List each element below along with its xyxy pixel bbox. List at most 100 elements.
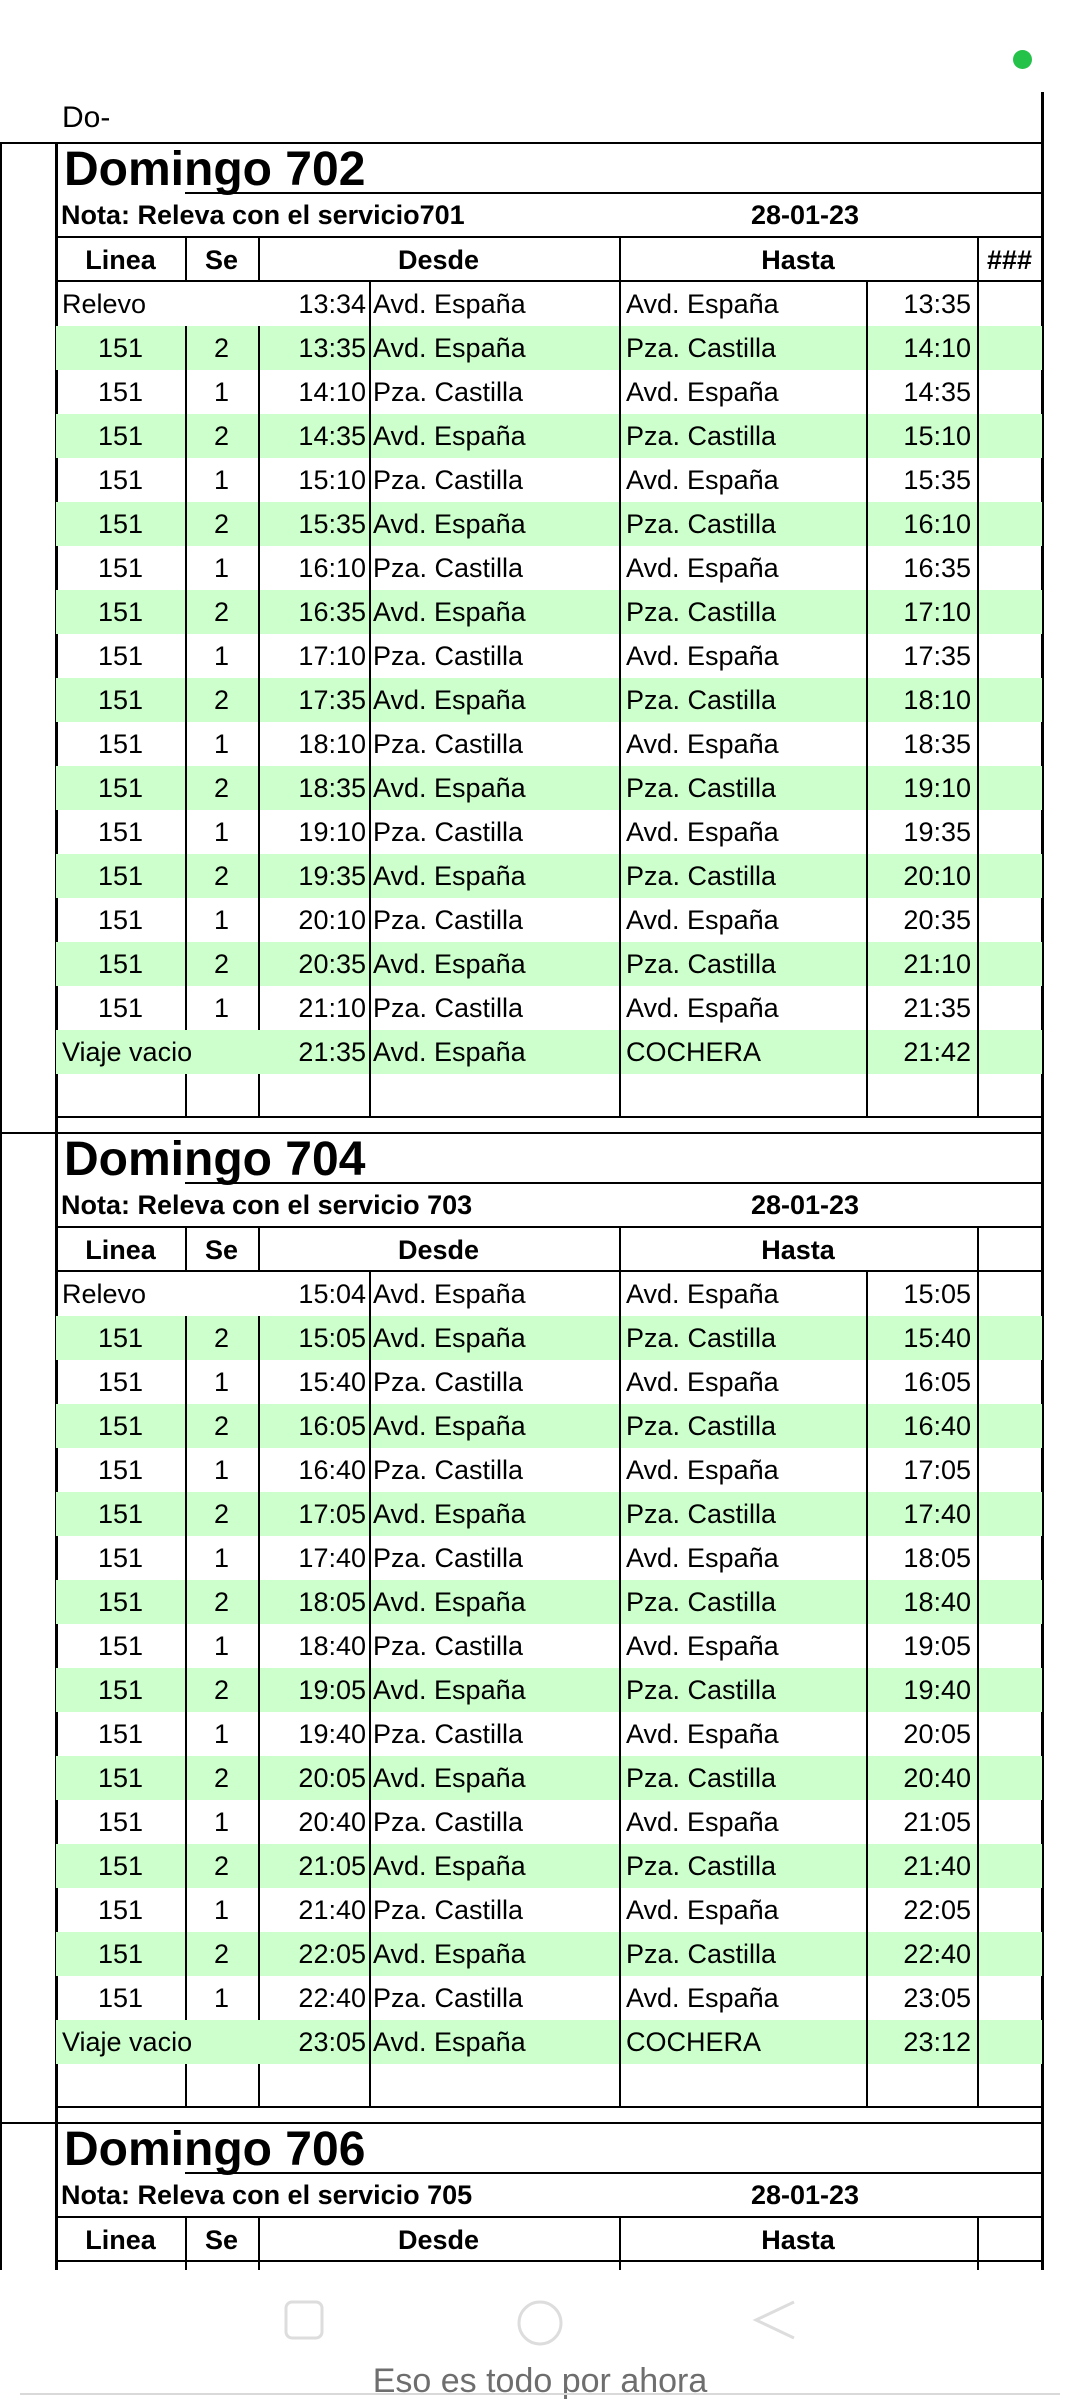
row-se: 1 xyxy=(213,993,230,1023)
row-hasta: Avd. España xyxy=(626,1719,779,1749)
row-hasta: Avd. España xyxy=(626,1631,779,1661)
grid-line xyxy=(977,326,979,370)
row-se: 2 xyxy=(213,1939,230,1969)
row-desde: Pza. Castilla xyxy=(373,377,524,407)
back-triangle-icon[interactable] xyxy=(752,2298,798,2342)
row-linea: 151 xyxy=(97,333,144,363)
row-linea: 151 xyxy=(97,1411,144,1441)
grid-line xyxy=(369,1888,371,1932)
row-linea: 151 xyxy=(97,861,144,891)
row-salida: 16:35 xyxy=(298,597,366,627)
row-hasta: Avd. España xyxy=(626,1279,779,1309)
grid-line xyxy=(977,458,979,502)
grid-line xyxy=(977,1492,979,1536)
document-label: Do- xyxy=(62,101,111,134)
row-linea: 151 xyxy=(97,641,144,671)
row-llegada: 18:35 xyxy=(903,729,971,759)
row-salida: 17:40 xyxy=(298,1543,366,1573)
row-se: 2 xyxy=(213,1763,230,1793)
row-salida: 23:05 xyxy=(298,2027,366,2057)
row-salida: 14:10 xyxy=(298,377,366,407)
square-icon[interactable] xyxy=(282,2298,326,2342)
row-se: 1 xyxy=(213,1543,230,1573)
grid-line xyxy=(185,1226,187,1270)
grid-line xyxy=(619,414,621,458)
grid-line xyxy=(619,1030,621,1074)
grid-line xyxy=(258,326,260,370)
row-se: 2 xyxy=(213,1411,230,1441)
grid-line xyxy=(185,898,187,942)
row-se xyxy=(185,282,258,326)
row-linea: 151 xyxy=(97,377,144,407)
grid-line xyxy=(977,1976,979,2020)
grid-line xyxy=(619,502,621,546)
grid-line xyxy=(619,1624,621,1668)
row-hasta: Pza. Castilla xyxy=(626,1411,777,1441)
row-hasta: Avd. España xyxy=(626,289,779,319)
grid-line xyxy=(977,370,979,414)
grid-line xyxy=(977,986,979,1030)
row-salida: 15:10 xyxy=(298,465,366,495)
row-hasta: COCHERA xyxy=(626,1037,762,1067)
status-indicator-dot xyxy=(1013,50,1032,69)
row-linea: 151 xyxy=(97,1851,144,1881)
grid-line xyxy=(258,2064,260,2108)
grid-line xyxy=(866,1536,868,1580)
row-hasta: Pza. Castilla xyxy=(626,1499,777,1529)
row-linea: 151 xyxy=(97,817,144,847)
grid-line xyxy=(369,1800,371,1844)
row-salida: 20:40 xyxy=(298,1807,366,1837)
grid-line xyxy=(977,2262,979,2270)
grid-line xyxy=(185,502,187,546)
circle-icon[interactable] xyxy=(515,2298,565,2348)
grid-line xyxy=(866,1756,868,1800)
row-desde: Pza. Castilla xyxy=(373,993,524,1023)
row-salida: 19:40 xyxy=(298,1719,366,1749)
grid-line xyxy=(185,370,187,414)
grid-line xyxy=(185,1448,187,1492)
row-llegada: 20:35 xyxy=(903,905,971,935)
row-linea: 151 xyxy=(97,1807,144,1837)
row-se: 2 xyxy=(213,685,230,715)
grid-line xyxy=(977,1030,979,1074)
block-note: Nota: Releva con el servicio 705 xyxy=(61,2180,473,2210)
row-desde: Avd. España xyxy=(373,1411,526,1441)
grid-line xyxy=(866,458,868,502)
row-llegada: 18:10 xyxy=(903,685,971,715)
row-hasta: Pza. Castilla xyxy=(626,685,777,715)
grid-line xyxy=(258,898,260,942)
row-se: 2 xyxy=(213,1851,230,1881)
grid-line xyxy=(185,1580,187,1624)
row-hasta: Pza. Castilla xyxy=(626,949,777,979)
row-hasta: Avd. España xyxy=(626,993,779,1023)
row-llegada: 22:05 xyxy=(903,1895,971,1925)
document-page: Do- Domingo 702 Nota: Releva con el servi… xyxy=(0,0,1080,2400)
grid-line xyxy=(866,854,868,898)
row-hasta: Avd. España xyxy=(626,729,779,759)
row-desde: Avd. España xyxy=(373,1587,526,1617)
grid-line xyxy=(977,854,979,898)
row-llegada: 19:35 xyxy=(903,817,971,847)
grid-line xyxy=(258,2216,260,2260)
row-se: 1 xyxy=(213,1367,230,1397)
row-desde: Pza. Castilla xyxy=(373,1455,524,1485)
row-desde: Avd. España xyxy=(373,685,526,715)
grid-line xyxy=(866,678,868,722)
grid-line xyxy=(977,2216,979,2260)
row-desde: Pza. Castilla xyxy=(373,729,524,759)
row-desde: Avd. España xyxy=(373,289,526,319)
row-desde: Avd. España xyxy=(373,1499,526,1529)
column-header-linea: Linea xyxy=(85,245,156,275)
row-salida: 21:40 xyxy=(298,1895,366,1925)
row-desde: Avd. España xyxy=(373,1675,526,1705)
grid-line xyxy=(977,1448,979,1492)
column-header-se: Se xyxy=(204,1235,239,1265)
grid-line xyxy=(258,502,260,546)
row-desde: Pza. Castilla xyxy=(373,1895,524,1925)
row-se: 1 xyxy=(213,1631,230,1661)
grid-line xyxy=(369,1580,371,1624)
grid-line xyxy=(258,1536,260,1580)
row-hasta: Pza. Castilla xyxy=(626,421,777,451)
row-salida: 21:35 xyxy=(298,1037,366,1067)
column-header-extra: ### xyxy=(986,245,1033,275)
